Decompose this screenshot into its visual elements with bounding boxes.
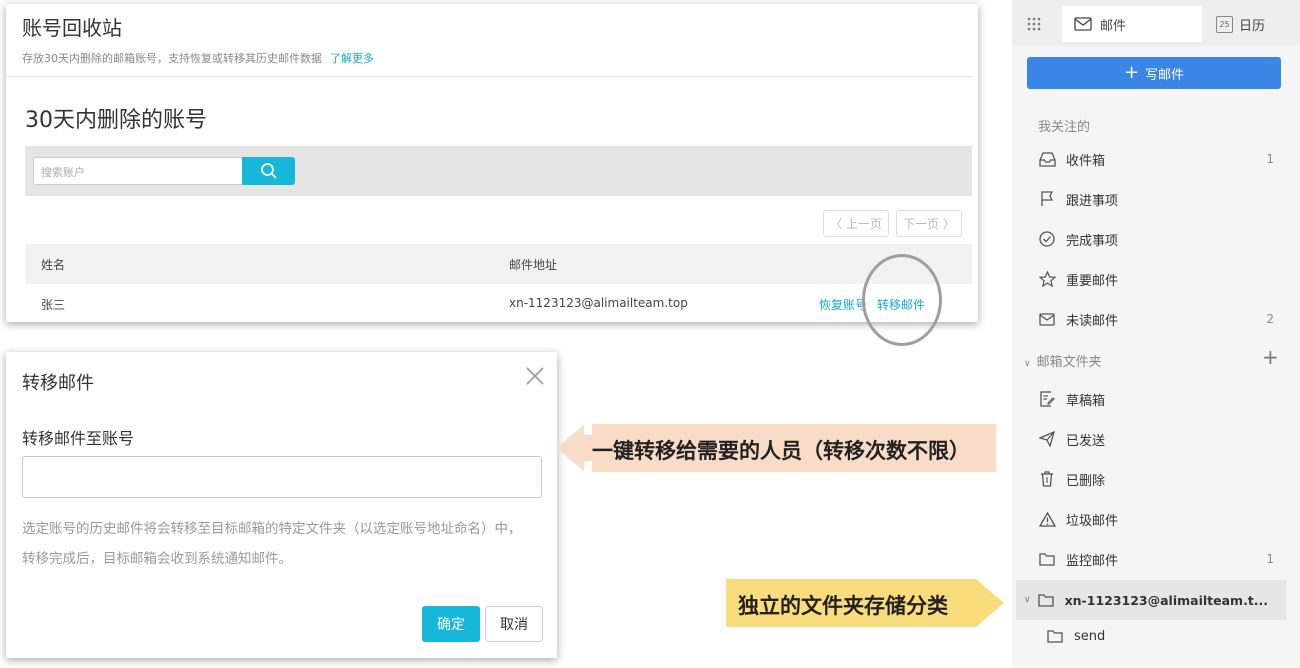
sidebar-item-inbox[interactable]: 收件箱 1 <box>1012 139 1300 179</box>
sidebar-item-send-subfolder[interactable]: send <box>1012 616 1300 656</box>
item-count: 1 <box>1266 552 1274 566</box>
trash-icon <box>1038 470 1056 488</box>
sidebar-item-monitor[interactable]: 监控邮件 1 <box>1012 539 1300 579</box>
sidebar-item-spam[interactable]: 垃圾邮件 <box>1012 499 1300 539</box>
sidebar-item-account-folder[interactable]: ∨ xn-1123123@alimailteam.t... <box>1016 580 1286 620</box>
confirm-button[interactable]: 确定 <box>422 606 480 642</box>
folder-icon <box>1046 627 1064 645</box>
sidebar-item-label: 跟进事项 <box>1066 193 1119 209</box>
sidebar-item-unread[interactable]: 未读邮件 2 <box>1012 299 1300 339</box>
send-icon <box>1038 430 1056 448</box>
sidebar-item-done[interactable]: 完成事项 <box>1012 219 1300 259</box>
draft-icon <box>1038 390 1056 408</box>
restore-account-link[interactable]: 恢复账号 <box>819 296 867 313</box>
compose-label: 写邮件 <box>1145 67 1185 83</box>
learn-more-link[interactable]: 了解更多 <box>330 52 374 65</box>
apps-grid-icon[interactable] <box>1026 10 1042 38</box>
recycle-bin-panel: 账号回收站 存放30天内删除的邮箱账号，支持恢复或转移其历史邮件数据 了解更多 3… <box>6 4 978 322</box>
column-name: 姓名 <box>41 258 66 272</box>
search-button[interactable] <box>242 157 295 185</box>
transfer-mail-dialog: 转移邮件 转移邮件至账号 选定账号的历史邮件将会转移至目标邮箱的特定文件夹（以选… <box>6 352 557 658</box>
star-icon <box>1038 270 1056 288</box>
description-text: 存放30天内删除的邮箱账号，支持恢复或转移其历史邮件数据 <box>22 52 322 65</box>
field-label: 转移邮件至账号 <box>22 429 135 448</box>
chevron-down-icon: ∨ <box>1024 359 1031 369</box>
item-count: 1 <box>1266 152 1274 166</box>
target-account-input[interactable] <box>22 456 542 498</box>
prev-page-button[interactable]: 〈 上一页 <box>823 210 889 237</box>
row-name: 张三 <box>41 298 66 312</box>
callout-folder-text: 独立的文件夹存储分类 <box>738 594 948 618</box>
sidebar-item-label: xn-1123123@alimailteam.t... <box>1064 592 1269 608</box>
sidebar-item-label: 垃圾邮件 <box>1066 513 1119 529</box>
tab-mail-label: 邮件 <box>1100 18 1127 34</box>
note-line-2: 转移完成后，目标邮箱会收到系统通知邮件。 <box>22 551 292 567</box>
callout-folder: 独立的文件夹存储分类 <box>726 578 1006 628</box>
callout-transfer: 一键转移给需要的人员（转移次数不限） <box>556 423 1000 473</box>
note-line-1: 选定账号的历史邮件将会转移至目标邮箱的特定文件夹（以选定账号地址命名）中， <box>22 521 522 537</box>
next-page-button[interactable]: 下一页 〉 <box>896 210 962 237</box>
mail-sidebar: 邮件 25 日历 + 写邮件 我关注的 收件箱 1 跟进事项 完成事项 重要邮件… <box>1012 0 1300 668</box>
warning-icon <box>1038 510 1056 528</box>
compose-button[interactable]: + 写邮件 <box>1027 57 1281 89</box>
table-row: 张三 xn-1123123@alimailteam.top 恢复账号 转移邮件 <box>25 284 972 324</box>
callout-transfer-text: 一键转移给需要的人员（转移次数不限） <box>592 439 970 463</box>
sidebar-item-label: 完成事项 <box>1066 233 1119 249</box>
sidebar-item-label: 草稿箱 <box>1066 393 1106 409</box>
sidebar-item-label: 已发送 <box>1066 433 1106 449</box>
item-count: 2 <box>1266 312 1274 326</box>
sidebar-item-follow-up[interactable]: 跟进事项 <box>1012 179 1300 219</box>
page-description: 存放30天内删除的邮箱账号，支持恢复或转移其历史邮件数据 了解更多 <box>22 50 374 66</box>
envelope-icon <box>1074 17 1092 31</box>
sidebar-item-drafts[interactable]: 草稿箱 <box>1012 379 1300 419</box>
sidebar-item-label: 监控邮件 <box>1066 553 1119 569</box>
section-title: 30天内删除的账号 <box>25 108 207 133</box>
folders-header[interactable]: ∨ 邮箱文件夹 <box>1024 351 1102 370</box>
sidebar-item-label: send <box>1074 628 1106 644</box>
folders-title: 邮箱文件夹 <box>1036 355 1102 370</box>
folder-icon <box>1037 591 1055 609</box>
row-address: xn-1123123@alimailteam.top <box>509 296 688 310</box>
dialog-note: 选定账号的历史邮件将会转移至目标邮箱的特定文件夹（以选定账号地址命名）中， 转移… <box>22 514 547 574</box>
tab-calendar-label: 日历 <box>1239 18 1266 34</box>
inbox-icon <box>1038 150 1056 168</box>
page-title: 账号回收站 <box>22 16 122 40</box>
chevron-down-icon: ∨ <box>1024 595 1031 605</box>
close-icon[interactable] <box>525 366 545 386</box>
sidebar-item-deleted[interactable]: 已删除 <box>1012 459 1300 499</box>
sidebar-item-sent[interactable]: 已发送 <box>1012 419 1300 459</box>
sidebar-item-important[interactable]: 重要邮件 <box>1012 259 1300 299</box>
search-input[interactable]: 搜索账户 <box>33 157 243 185</box>
sidebar-item-label: 收件箱 <box>1066 153 1106 169</box>
envelope-icon <box>1038 310 1056 328</box>
calendar-icon: 25 <box>1216 15 1233 33</box>
dialog-title: 转移邮件 <box>22 373 94 394</box>
check-circle-icon <box>1038 230 1056 248</box>
divider <box>6 76 972 77</box>
plus-icon: + <box>1123 62 1140 83</box>
search-icon <box>260 163 277 179</box>
sidebar-item-label: 重要邮件 <box>1066 273 1119 289</box>
tab-calendar[interactable]: 25 日历 <box>1216 10 1265 38</box>
sidebar-item-label: 已删除 <box>1066 473 1106 489</box>
sidebar-item-label: 未读邮件 <box>1066 313 1119 329</box>
highlight-circle <box>862 254 942 346</box>
tab-mail[interactable]: 邮件 <box>1062 6 1202 42</box>
column-address: 邮件地址 <box>509 258 558 272</box>
cancel-button[interactable]: 取消 <box>485 606 543 642</box>
folder-icon <box>1038 550 1056 568</box>
add-folder-icon[interactable]: + <box>1262 345 1279 369</box>
favorites-title: 我关注的 <box>1038 120 1091 135</box>
table-header: 姓名 邮件地址 <box>25 244 972 284</box>
flag-icon <box>1038 190 1056 208</box>
